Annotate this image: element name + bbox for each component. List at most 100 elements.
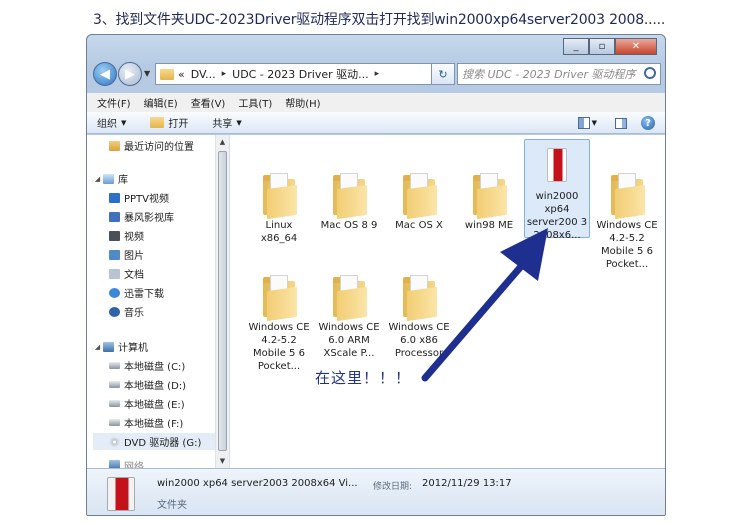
open-button[interactable]: 打开	[150, 115, 188, 130]
nav-recent-places[interactable]: 最近访问的位置	[109, 137, 229, 154]
nav-label: PPTV视频	[124, 194, 170, 205]
scroll-down-icon[interactable]: ▼	[216, 454, 229, 468]
folder-wince-4-2-5-2-b[interactable]: Windows CE 4.2-5.2 Mobile 5 6 Pocket...	[246, 271, 312, 373]
folder-linux[interactable]: Linux x86_64	[246, 169, 312, 245]
nav-library-pptv[interactable]: PPTV视频	[109, 189, 229, 206]
breadcrumb-separator-icon[interactable]: ▸	[375, 69, 380, 79]
command-bar: 组织 ▼ 打开 共享 ▼ ▼ ?	[87, 112, 665, 134]
maximize-button[interactable]: ▫	[589, 38, 615, 55]
nav-library-documents[interactable]: 文档	[109, 265, 229, 282]
nav-drive-d[interactable]: 本地磁盘 (D:)	[109, 376, 229, 393]
refresh-button[interactable]: ↻	[431, 63, 455, 85]
folder-wince-4-2-5-2-a[interactable]: Windows CE 4.2-5.2 Mobile 5 6 Pocket...	[594, 169, 660, 271]
menu-view[interactable]: 查看(V)	[191, 95, 226, 110]
nav-label: 文档	[124, 270, 144, 281]
menu-edit[interactable]: 编辑(E)	[144, 95, 178, 110]
folder-wince-6-arm[interactable]: Windows CE 6.0 ARM XScale P...	[316, 271, 382, 360]
driver-folder-icon	[541, 144, 573, 188]
preview-pane-icon[interactable]	[615, 117, 627, 129]
folder-win98-me[interactable]: win98 ME	[456, 169, 522, 232]
hard-disk-icon	[109, 400, 120, 407]
hard-disk-icon	[109, 381, 120, 388]
menu-file[interactable]: 文件(F)	[97, 95, 131, 110]
search-icon[interactable]	[644, 67, 656, 79]
share-label: 共享	[212, 119, 233, 130]
navigation-scrollbar[interactable]: ▲ ▼	[215, 135, 229, 468]
folder-macos-8-9[interactable]: Mac OS 8 9	[316, 169, 382, 232]
nav-label: 视频	[124, 232, 144, 243]
nav-library-xunlei[interactable]: 迅雷下载	[109, 284, 229, 301]
folder-icon	[333, 275, 367, 322]
breadcrumb-udc-folder[interactable]: UDC - 2023 Driver 驱动...	[232, 66, 369, 82]
folder-icon	[403, 173, 437, 220]
nav-library-storm[interactable]: 暴风影视库	[109, 208, 229, 225]
open-label: 打开	[168, 119, 189, 130]
folder-wince-6-x86[interactable]: Windows CE 6.0 x86 Processor	[386, 271, 452, 360]
instruction-caption: 3、找到文件夹UDC-2023Driver驱动程序双击打开找到win2000xp…	[93, 12, 666, 28]
organize-button[interactable]: 组织 ▼	[97, 115, 126, 131]
collapse-arrow-icon[interactable]: ◢	[93, 343, 102, 351]
nav-drive-c[interactable]: 本地磁盘 (C:)	[109, 357, 229, 374]
close-button[interactable]: ✕	[615, 38, 657, 55]
nav-drive-e[interactable]: 本地磁盘 (E:)	[109, 395, 229, 412]
collapse-arrow-icon[interactable]: ◢	[93, 175, 102, 183]
breadcrumb-dvd[interactable]: DV...	[191, 68, 216, 81]
menu-tools[interactable]: 工具(T)	[238, 95, 272, 110]
documents-icon	[109, 268, 120, 279]
nav-library-videos[interactable]: 视频	[109, 227, 229, 244]
back-button[interactable]: ◀	[93, 62, 117, 86]
nav-computer[interactable]: ◢ 计算机	[93, 338, 223, 355]
chevron-down-icon: ▼	[236, 118, 242, 127]
forward-button[interactable]: ▶	[118, 62, 142, 86]
nav-libraries[interactable]: ◢ 库	[93, 170, 223, 187]
navigation-pane: 最近访问的位置 ◢ 库 PPTV视频 暴风影视库 视频 图片 文档 迅雷下载 音…	[87, 135, 230, 468]
folder-macos-x[interactable]: Mac OS X	[386, 169, 452, 232]
folder-label: Mac OS 8 9	[320, 220, 378, 231]
recent-places-icon	[109, 140, 120, 151]
nav-label: 暴风影视库	[124, 213, 174, 224]
nav-label: 最近访问的位置	[124, 142, 194, 153]
nav-drive-f[interactable]: 本地磁盘 (F:)	[109, 414, 229, 431]
nav-library-pictures[interactable]: 图片	[109, 246, 229, 263]
details-modified-value: 2012/11/29 13:17	[422, 478, 512, 489]
help-icon[interactable]: ?	[641, 116, 655, 130]
nav-network-partial[interactable]: 网络	[109, 460, 229, 468]
computer-icon	[103, 341, 114, 352]
folder-open-icon	[150, 117, 165, 128]
toolbar-right-group: ▼ ?	[577, 116, 655, 130]
details-pane: win2000 xp64 server2003 2008x64 Vi... 修改…	[87, 468, 665, 515]
view-options-dropdown-icon[interactable]: ▼	[592, 119, 597, 127]
nav-label: 本地磁盘 (E:)	[124, 400, 185, 411]
share-button[interactable]: 共享 ▼	[212, 115, 242, 131]
nav-dvd-drive[interactable]: DVD 驱动器 (G:)	[93, 433, 223, 450]
nav-label: 图片	[124, 251, 144, 262]
search-input[interactable]: 搜索 UDC - 2023 Driver 驱动程序	[457, 63, 661, 85]
nav-label: 本地磁盘 (F:)	[124, 419, 184, 430]
folder-label: Mac OS X	[395, 220, 443, 231]
folder-icon	[263, 275, 297, 322]
hard-disk-icon	[109, 362, 120, 369]
nav-label: 音乐	[124, 308, 144, 319]
address-bar[interactable]: « DV... ▸ UDC - 2023 Driver 驱动... ▸	[155, 63, 445, 85]
scroll-thumb[interactable]	[218, 151, 227, 451]
folder-label: Linux x86_64	[260, 220, 298, 244]
folder-icon	[611, 173, 645, 220]
folder-label: win2000 xp64 server200 3 2008x6...	[526, 191, 588, 241]
history-dropdown-icon[interactable]: ▼	[144, 69, 150, 78]
scroll-up-icon[interactable]: ▲	[216, 135, 229, 149]
storm-video-icon	[109, 211, 120, 222]
breadcrumb-overflow[interactable]: «	[178, 68, 185, 81]
file-list-pane: Linux x86_64 Mac OS 8 9 Mac OS X win98 M…	[230, 135, 665, 468]
address-bar-row: ◀ ▶ ▼ « DV... ▸ UDC - 2023 Driver 驱动... …	[93, 61, 661, 91]
minimize-button[interactable]: _	[563, 38, 589, 55]
nav-label: 本地磁盘 (C:)	[124, 362, 186, 373]
music-icon	[109, 306, 120, 317]
video-icon	[109, 230, 120, 241]
folder-label: win98 ME	[464, 220, 514, 231]
breadcrumb-separator-icon[interactable]: ▸	[222, 69, 227, 79]
thunder-download-icon	[109, 287, 120, 298]
nav-library-music[interactable]: 音乐	[109, 303, 229, 320]
folder-win2000-xp64-server2003-2008[interactable]: win2000 xp64 server200 3 2008x6...	[524, 139, 590, 241]
change-view-icon[interactable]	[577, 117, 590, 129]
menu-help[interactable]: 帮助(H)	[285, 95, 320, 110]
